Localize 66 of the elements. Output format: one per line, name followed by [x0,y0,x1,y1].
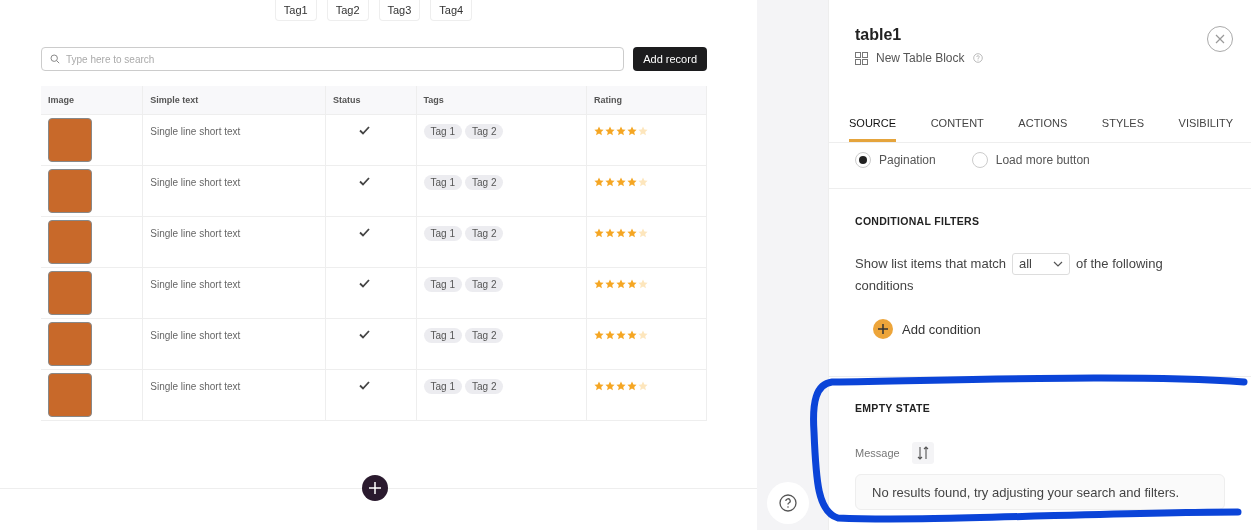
radio-label: Load more button [995,152,1090,167]
chevron-down-icon [1053,261,1063,267]
tag-chip: Tag 1 [423,379,462,394]
tab[interactable]: CONTENT [930,105,984,142]
photo-placeholder [48,169,92,213]
radio-option[interactable]: Load more button [971,151,1090,168]
message-field[interactable]: No results found, try adjusting your search and filters. [855,474,1225,510]
tag-chip: Tag 2 [465,175,504,190]
radio-label: Pagination [879,152,936,167]
tag-chip: Tag 2 [465,328,504,343]
filter-text: Show list items that match [855,255,1006,273]
table-cell: Single line short text [150,330,241,341]
help-button[interactable] [767,482,809,524]
section-heading: EMPTY STATE [855,402,932,414]
photo-placeholder [48,322,92,366]
tab[interactable]: SOURCE [849,105,897,142]
column-header: Rating [586,86,707,115]
add-condition-button[interactable]: Add condition [873,319,981,339]
tag-chip: Tag 1 [423,226,462,241]
tag-chip: Tag 2 [465,124,504,139]
close-icon [1215,34,1225,44]
photo-placeholder [48,271,92,315]
filter-text: conditions [855,277,914,295]
photo-placeholder [48,118,92,162]
help-icon [779,494,797,512]
radio-option[interactable]: Pagination [855,151,936,168]
photo-placeholder [48,373,92,417]
search-icon [50,54,60,64]
column-header: Simple text [142,86,326,115]
tag-chip: Tag 1 [423,124,462,139]
tag-filter[interactable]: Tag4 [430,0,473,21]
tag-chip: Tag 2 [465,226,504,241]
add-block-button[interactable] [362,475,388,501]
table-cell: Single line short text [150,381,241,392]
column-header: Status [325,86,417,115]
tag-chip: Tag 1 [423,277,462,292]
section-heading: CONDITIONAL FILTERS [855,215,981,227]
grid-icon [855,51,868,65]
tab[interactable]: ACTIONS [1018,105,1068,142]
field-label: Message [855,447,900,459]
match-dropdown[interactable]: all [1012,253,1070,275]
tag-chip: Tag 2 [465,277,504,292]
close-button[interactable] [1207,26,1233,52]
plus-icon [873,319,893,339]
tab[interactable]: STYLES [1101,105,1144,142]
search-field[interactable]: Type here to search [41,47,625,71]
tag-filter[interactable]: Tag1 [274,0,317,21]
photo-placeholder [48,220,92,264]
plus-icon [369,482,381,494]
tag-chip: Tag 1 [423,175,462,190]
tag-filter[interactable]: Tag2 [326,0,369,21]
table-cell: Single line short text [150,177,241,188]
tag-filter[interactable]: Tag3 [378,0,421,21]
tag-chip: Tag 1 [423,328,462,343]
sort-icon[interactable] [911,442,934,464]
column-header: Tags [416,86,587,115]
panel-title: table1 [855,26,903,44]
block-type-label: New Table Block [876,51,965,65]
tab[interactable]: VISIBILITY [1178,105,1233,142]
table-cell: Single line short text [150,279,241,290]
table-cell: Single line short text [150,126,241,137]
column-header: Image [41,86,143,115]
table-cell: Single line short text [150,228,241,239]
add-record-button[interactable]: Add record [633,47,707,71]
tag-chip: Tag 2 [465,379,504,394]
filter-text: of the following [1076,255,1163,273]
